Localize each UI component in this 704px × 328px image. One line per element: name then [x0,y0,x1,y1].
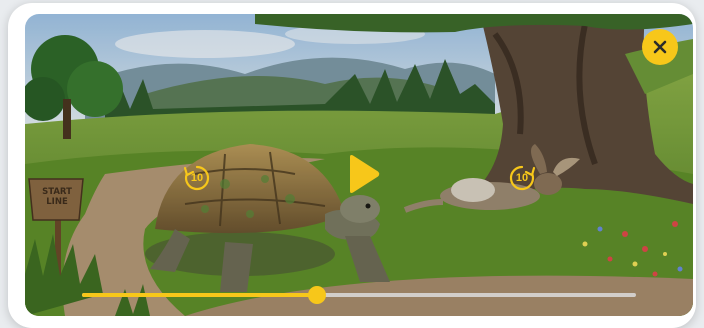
sign-line-2: LINE [46,197,68,207]
play-icon [350,155,380,193]
start-line-sign: START LINE [35,187,79,207]
close-button[interactable] [642,29,678,65]
close-icon [653,40,667,54]
seek-bar-fill [82,293,317,297]
seek-bar[interactable] [82,286,636,304]
forward-10-button[interactable]: 10 [504,160,540,196]
seek-bar-thumb[interactable] [307,286,326,304]
sign-line-1: START [42,187,72,197]
forward-seconds-label: 10 [515,172,529,184]
rewind-10-button[interactable]: 10 [179,160,215,196]
play-button[interactable] [343,152,383,196]
video-frame[interactable]: START LINE 10 10 [25,14,693,316]
rewind-seconds-label: 10 [190,172,204,184]
